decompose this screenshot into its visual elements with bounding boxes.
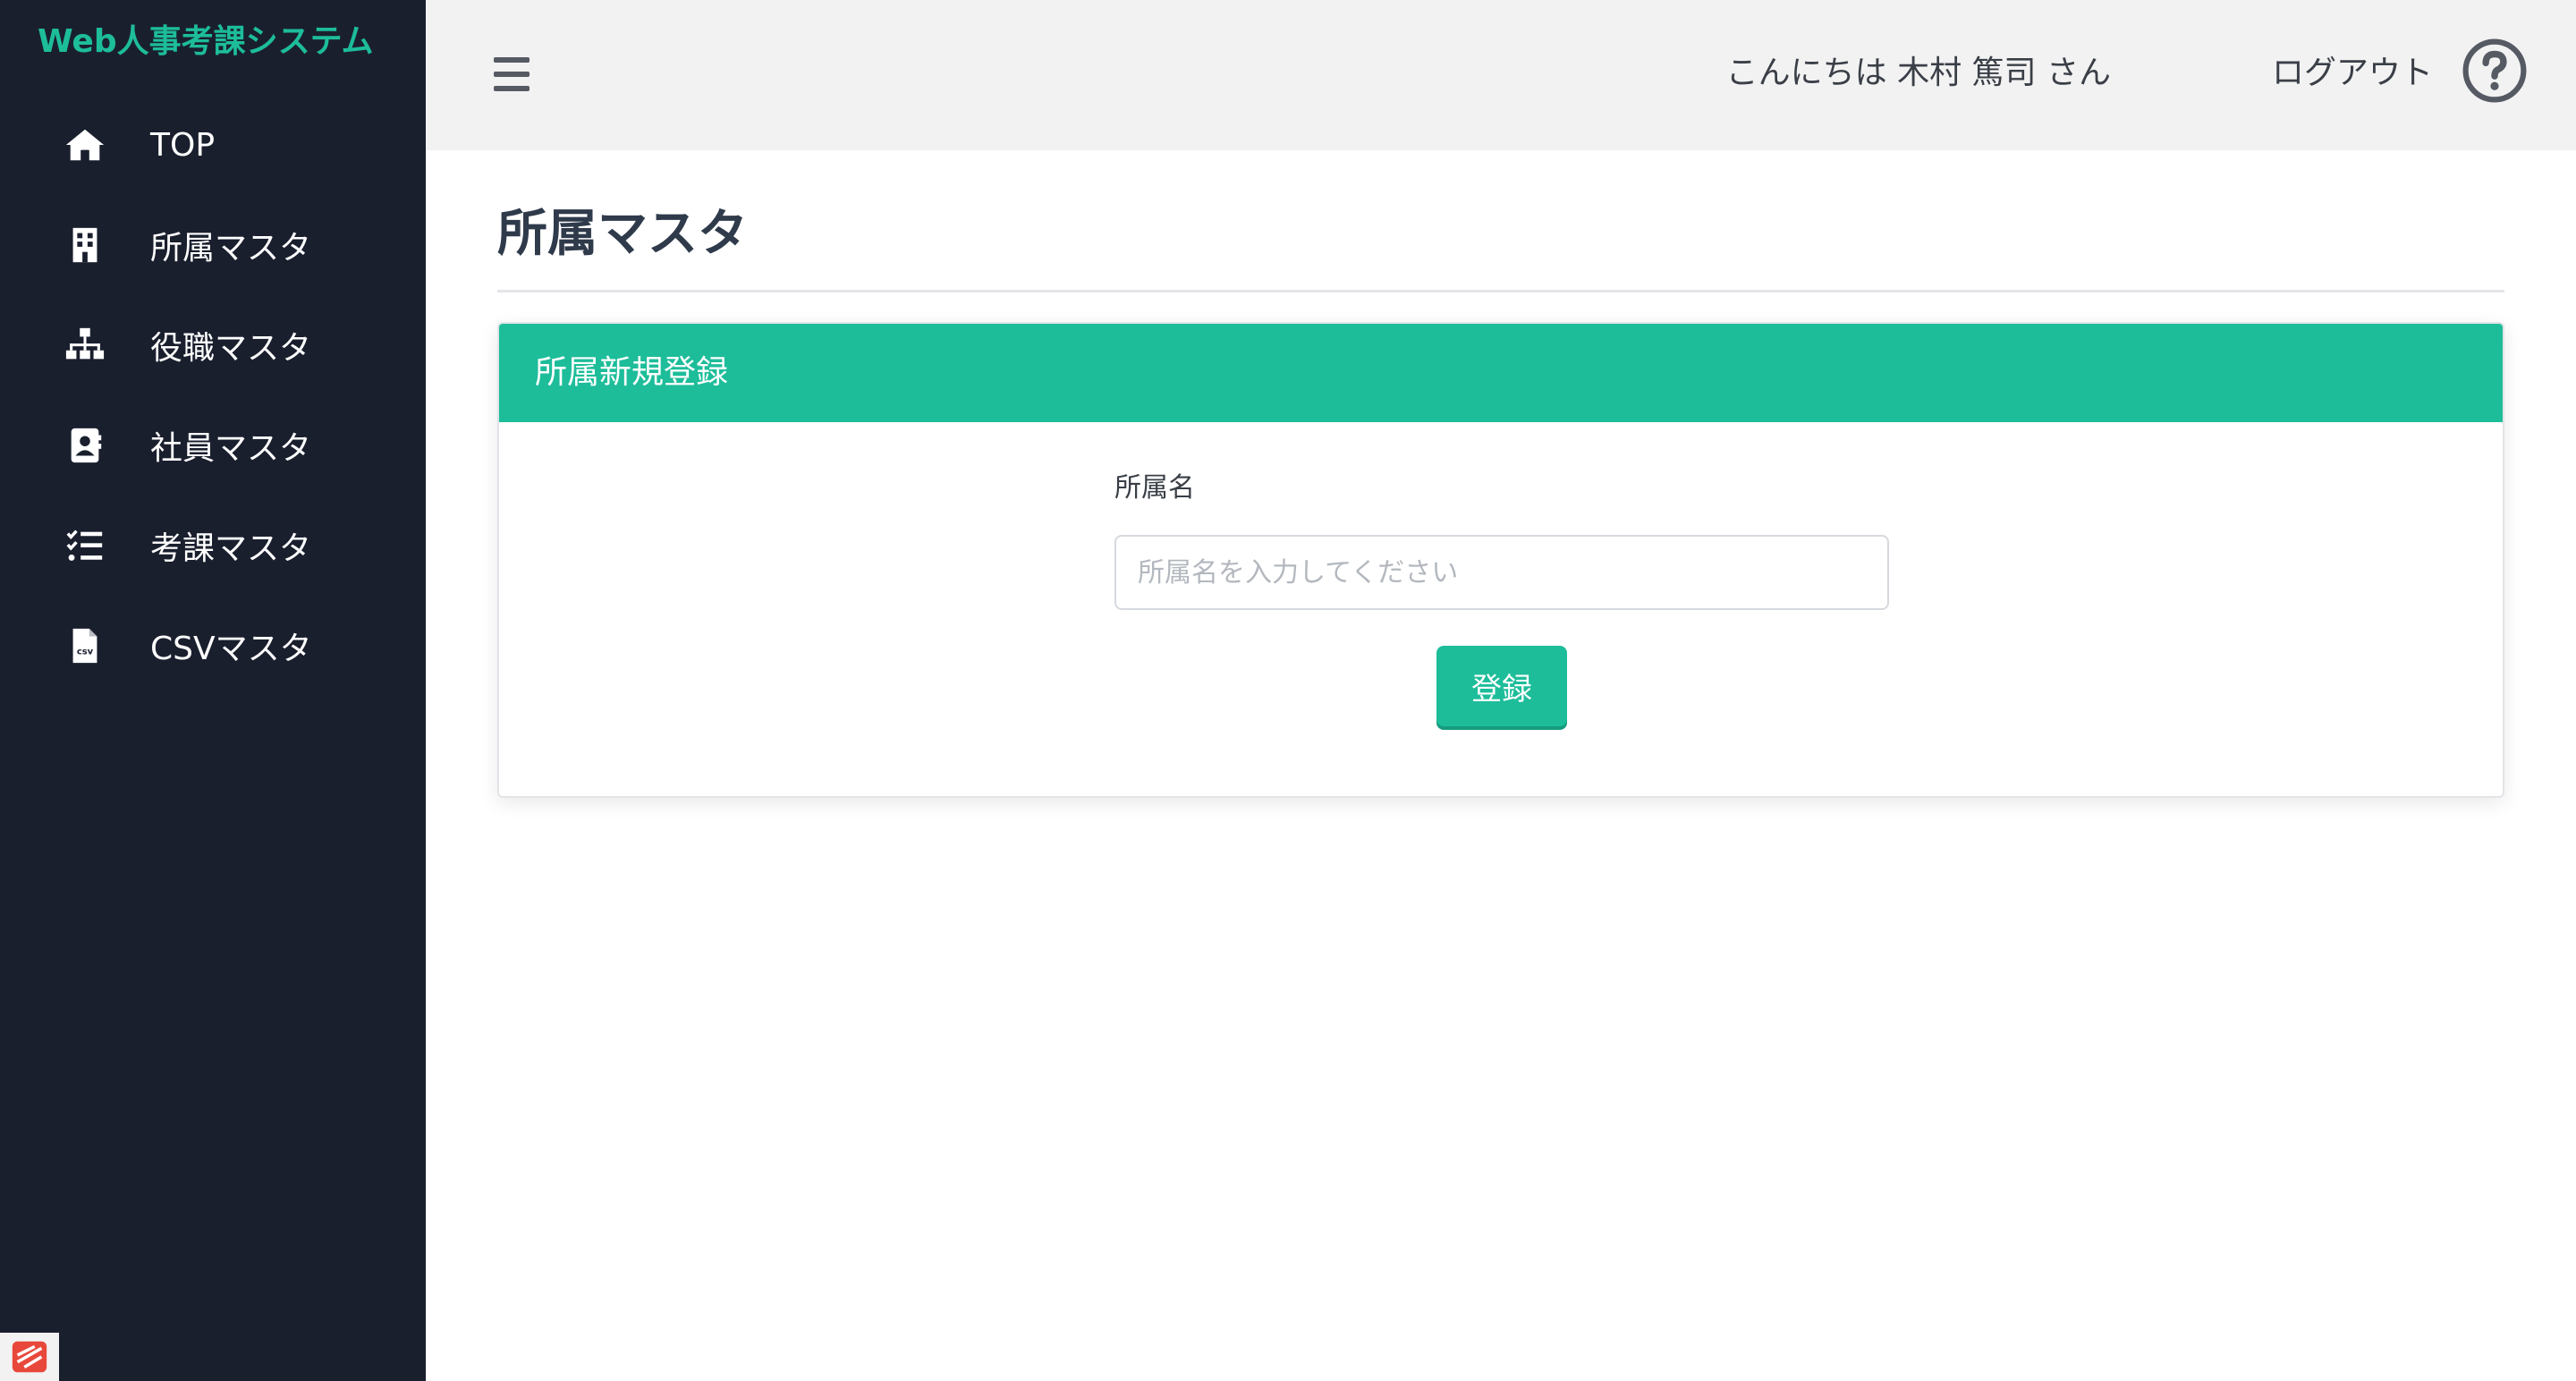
logout-link[interactable]: ログアウト	[2272, 50, 2433, 97]
sidebar-item-label: TOP	[150, 126, 216, 164]
sidebar-item-top[interactable]: TOP	[0, 95, 426, 195]
page-title: 所属マスタ	[497, 205, 748, 263]
address-card-icon	[64, 425, 106, 466]
brand-logo[interactable]: Web人事考課システム	[38, 20, 374, 64]
question-circle-icon[interactable]	[2462, 38, 2528, 104]
top-header: こんにちは 木村 篤司 さん ログアウト	[426, 0, 2576, 150]
affiliation-name-label: 所属名	[1114, 472, 1195, 504]
title-divider	[497, 290, 2504, 292]
sidebar-item-label: CSVマスタ	[150, 631, 312, 667]
sidebar-item-affiliation-master[interactable]: 所属マスタ	[0, 195, 426, 295]
sidebar-item-label: 役職マスタ	[150, 330, 312, 367]
csv-file-icon: csv	[64, 625, 106, 666]
svg-text:csv: csv	[77, 648, 94, 657]
extension-logo-icon	[12, 1341, 47, 1373]
browser-extension-badge[interactable]	[0, 1333, 59, 1381]
sidebar-item-evaluation-master[interactable]: 考課マスタ	[0, 496, 426, 596]
sitemap-icon	[64, 325, 106, 366]
sidebar-item-position-master[interactable]: 役職マスタ	[0, 295, 426, 395]
task-list-icon	[64, 525, 106, 566]
sidebar-item-label: 所属マスタ	[150, 230, 312, 267]
sidebar-item-label: 社員マスタ	[150, 430, 312, 467]
home-icon	[64, 124, 106, 165]
card-header: 所属新規登録	[499, 324, 2503, 422]
hamburger-icon[interactable]	[494, 57, 530, 91]
sidebar-item-label: 考課マスタ	[150, 530, 312, 567]
register-button[interactable]: 登録	[1436, 646, 1567, 726]
building-icon	[64, 225, 106, 266]
affiliation-name-input[interactable]	[1114, 535, 1889, 610]
sidebar-item-employee-master[interactable]: 社員マスタ	[0, 395, 426, 496]
user-greeting: こんにちは 木村 篤司 さん	[1725, 55, 2111, 91]
app-root: Web人事考課システム TOP 所属マスタ 役職マスタ 社員マスタ 考課マスタ …	[0, 0, 2576, 1381]
sidebar: Web人事考課システム TOP 所属マスタ 役職マスタ 社員マスタ 考課マスタ …	[0, 0, 426, 1381]
sidebar-item-csv-master[interactable]: csv CSVマスタ	[0, 596, 426, 696]
new-affiliation-card: 所属新規登録 所属名 登録	[497, 322, 2504, 798]
